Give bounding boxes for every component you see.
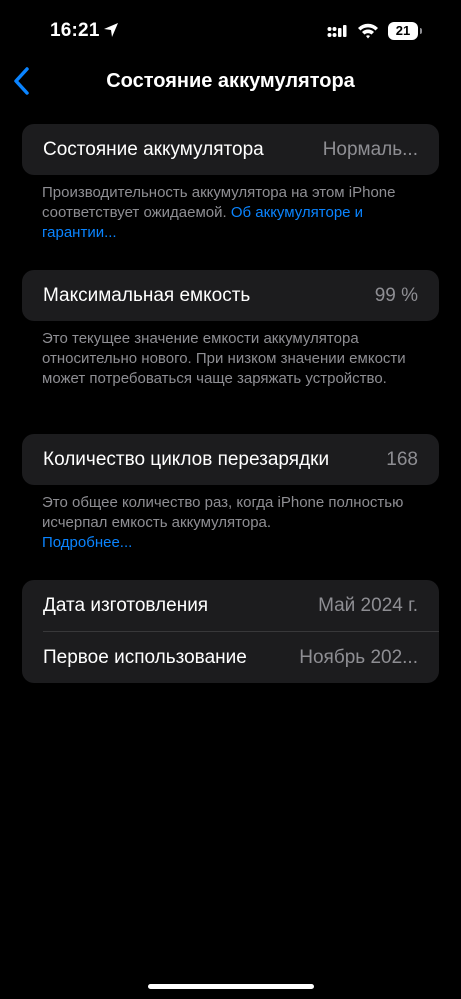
manufacture-date-value: Май 2024 г.: [318, 594, 418, 616]
cycle-count-label: Количество циклов перезарядки: [43, 448, 330, 470]
cycle-count-footer: Это общее количество раз, когда iPhone п…: [42, 493, 422, 553]
cycle-count-card: Количество циклов перезарядки 168: [22, 434, 439, 485]
battery-icon: 21: [388, 22, 422, 40]
status-time: 16:21: [50, 20, 100, 41]
max-capacity-card: Максимальная емкость 99 %: [22, 270, 439, 321]
max-capacity-row: Максимальная емкость 99 %: [22, 270, 439, 321]
cellular-signal-icon: [327, 24, 347, 43]
manufacture-date-row: Дата изготовления Май 2024 г.: [22, 580, 439, 631]
max-capacity-footer: Это текущее значение емкости аккумулятор…: [42, 329, 422, 389]
cycle-count-value: 168: [386, 448, 418, 470]
first-use-value: Ноябрь 202...: [299, 646, 418, 668]
max-capacity-label: Максимальная емкость: [43, 284, 251, 306]
battery-health-card[interactable]: Состояние аккумулятора Нормаль...: [22, 124, 439, 175]
cycle-count-row: Количество циклов перезарядки 168: [22, 434, 439, 485]
max-capacity-footer-text: Это текущее значение емкости аккумулятор…: [42, 330, 406, 387]
home-indicator[interactable]: [148, 984, 314, 989]
cycle-count-footer-text: Это общее количество раз, когда iPhone п…: [42, 494, 404, 531]
page-title: Состояние аккумулятора: [106, 70, 355, 92]
first-use-row: Первое использование Ноябрь 202...: [22, 632, 439, 683]
battery-health-value: Нормаль...: [322, 138, 418, 160]
max-capacity-value: 99 %: [374, 284, 418, 306]
manufacture-date-label: Дата изготовления: [43, 594, 209, 616]
learn-more-link[interactable]: Подробнее...: [42, 534, 132, 551]
wifi-icon: [357, 22, 379, 44]
nav-bar: Состояние аккумулятора: [0, 62, 461, 102]
status-bar: 16:21 21: [0, 0, 461, 62]
battery-health-row[interactable]: Состояние аккумулятора Нормаль...: [22, 124, 439, 175]
dates-card: Дата изготовления Май 2024 г. Первое исп…: [22, 580, 439, 683]
battery-health-label: Состояние аккумулятора: [43, 138, 264, 160]
battery-health-footer: Производительность аккумулятора на этом …: [42, 183, 422, 243]
first-use-label: Первое использование: [43, 646, 247, 668]
location-arrow-icon: [103, 22, 119, 43]
